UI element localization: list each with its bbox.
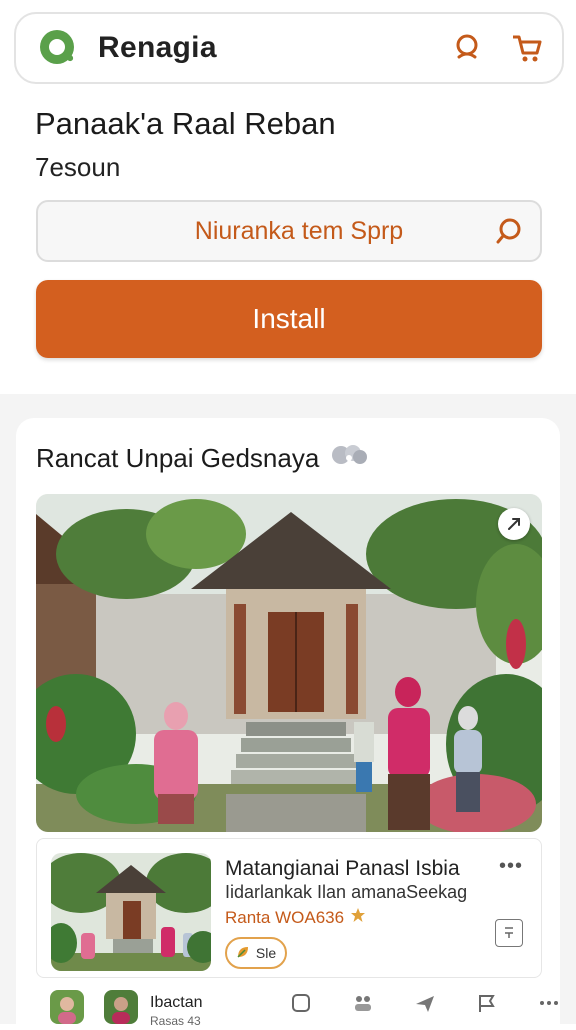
plane-icon[interactable] bbox=[414, 992, 436, 1014]
star-icon bbox=[350, 907, 366, 928]
hero-image[interactable] bbox=[36, 494, 542, 832]
section-title-text: Rancat Unpai Gedsnaya bbox=[36, 443, 320, 473]
listing-thumbnail bbox=[51, 853, 211, 971]
more-options-icon[interactable]: ••• bbox=[499, 855, 523, 878]
bottom-label: Ibactan bbox=[150, 994, 203, 1011]
listing-rating: Ranta WOA636 bbox=[225, 907, 366, 928]
listing-tag-label: Sle bbox=[255, 945, 277, 961]
app-header: Renagia bbox=[14, 12, 564, 84]
listing-description: Iidarlankak Ilan amanaSeekag bbox=[225, 882, 468, 902]
badge-icon bbox=[329, 442, 369, 475]
app-logo-icon[interactable] bbox=[38, 28, 78, 68]
listing-title: Matangianai Panasl Isbia bbox=[225, 857, 460, 880]
section-title: Rancat Unpai Gedsnaya bbox=[36, 442, 369, 475]
content-card: Rancat Unpai Gedsnaya Matangianai Panasl… bbox=[16, 418, 560, 1028]
listing-tag[interactable]: Sle bbox=[225, 937, 287, 969]
page-title: Panaak'a Raal Reban bbox=[35, 106, 336, 141]
search-icon[interactable] bbox=[450, 31, 484, 65]
leaf-icon bbox=[236, 945, 250, 962]
bottom-row: Ibactan Rasas 43 bbox=[50, 990, 558, 1030]
share-icon[interactable] bbox=[290, 992, 312, 1014]
listing-rating-text: Ranta WOA636 bbox=[225, 907, 345, 927]
more-icon[interactable] bbox=[538, 992, 560, 1014]
people-icon[interactable] bbox=[352, 992, 374, 1014]
page-subtitle: 7esoun bbox=[35, 152, 121, 182]
header-actions bbox=[450, 31, 544, 65]
bottom-actions bbox=[290, 992, 560, 1014]
bottom-sub-label: Rasas 43 bbox=[150, 1014, 201, 1028]
bookmark-icon[interactable] bbox=[495, 919, 523, 947]
app-name: Renagia bbox=[98, 31, 217, 64]
search-icon[interactable] bbox=[494, 216, 524, 246]
avatar[interactable] bbox=[50, 990, 84, 1024]
cart-icon[interactable] bbox=[510, 31, 544, 65]
list-item[interactable]: Matangianai Panasl Isbia Iidarlankak Ila… bbox=[36, 838, 542, 978]
expand-icon[interactable] bbox=[498, 508, 530, 540]
search-input-value: Niuranka tem Sprp bbox=[194, 216, 404, 245]
search-input[interactable]: Niuranka tem Sprp bbox=[36, 200, 542, 262]
install-button[interactable]: Install bbox=[36, 280, 542, 358]
avatar[interactable] bbox=[104, 990, 138, 1024]
flag-icon[interactable] bbox=[476, 992, 498, 1014]
